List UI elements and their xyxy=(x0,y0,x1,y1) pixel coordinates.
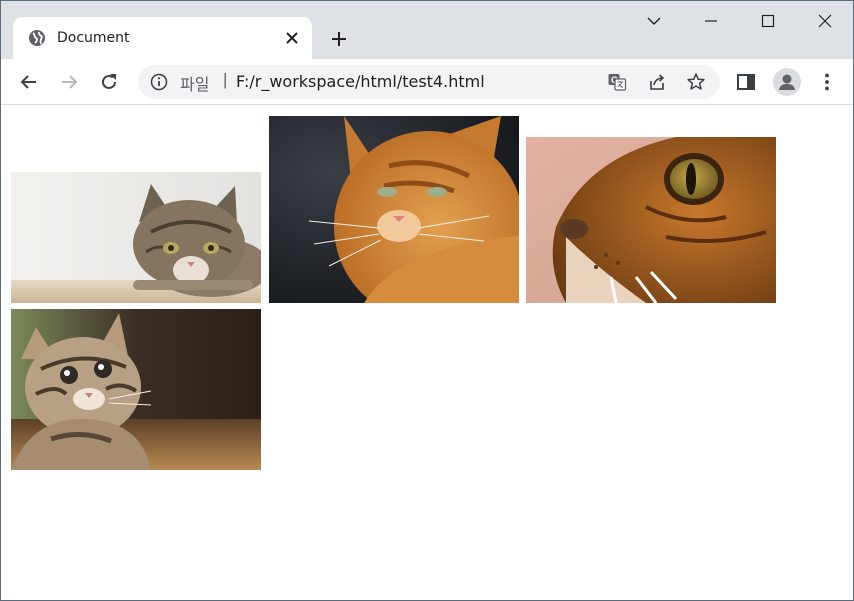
translate-icon[interactable]: G xyxy=(607,72,627,92)
cat-lying-tabby-image xyxy=(11,172,261,303)
globe-icon xyxy=(29,30,45,46)
address-bar[interactable]: 파일 | F:/r_workspace/html/test4.html G xyxy=(138,65,720,99)
person-icon xyxy=(779,74,795,90)
star-icon[interactable] xyxy=(686,72,706,92)
kitten-looking-up-image xyxy=(11,309,261,470)
toolbar: 파일 | F:/r_workspace/html/test4.html G xyxy=(1,59,853,105)
side-panel-icon[interactable] xyxy=(734,70,758,94)
scheme-separator: | xyxy=(223,70,228,89)
tab-document[interactable]: Document xyxy=(13,17,312,59)
tab-strip: Document xyxy=(1,1,853,59)
close-icon[interactable] xyxy=(812,9,838,33)
info-icon[interactable] xyxy=(150,73,168,91)
cat-orange-portrait-image xyxy=(269,116,519,303)
reload-icon[interactable] xyxy=(97,70,121,94)
plus-icon[interactable] xyxy=(327,27,351,51)
scheme-label: 파일 xyxy=(180,75,210,94)
url-text[interactable]: F:/r_workspace/html/test4.html xyxy=(236,72,485,91)
browser-window: Document 파일 | F:/r_workspace/html/test4.… xyxy=(0,0,854,601)
tab-title: Document xyxy=(57,30,130,46)
kebab-menu-icon[interactable] xyxy=(815,70,839,94)
maximize-icon[interactable] xyxy=(755,9,781,33)
share-icon[interactable] xyxy=(647,72,667,92)
close-icon[interactable] xyxy=(283,29,301,47)
back-arrow-icon[interactable] xyxy=(17,70,41,94)
minimize-icon[interactable] xyxy=(698,9,724,33)
page-content xyxy=(1,106,853,600)
cat-eye-closeup-image xyxy=(526,137,776,303)
forward-arrow-icon[interactable] xyxy=(57,70,81,94)
profile-icon[interactable] xyxy=(773,68,801,96)
chevron-down-icon[interactable] xyxy=(641,9,667,33)
